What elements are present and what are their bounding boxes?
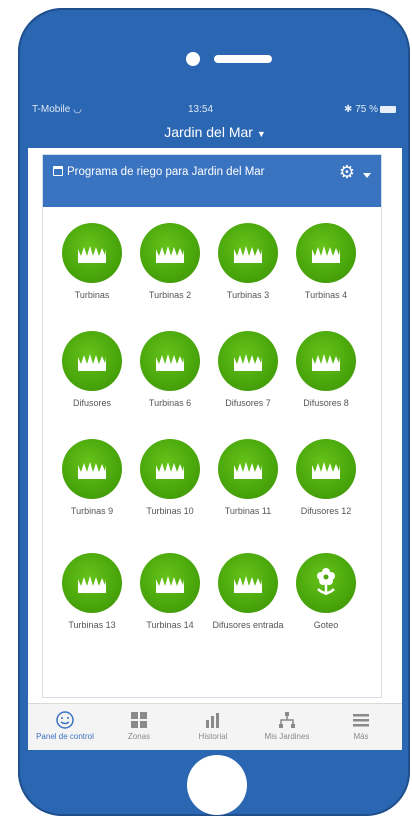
zone-item[interactable]: Turbinas 2 bbox=[131, 223, 209, 302]
tab-label: Más bbox=[353, 732, 369, 741]
grid-icon bbox=[102, 710, 176, 730]
zone-label: Difusores 12 bbox=[300, 506, 352, 516]
zone-item[interactable]: Turbinas 13 bbox=[53, 553, 131, 632]
zone-item[interactable]: Difusores 7 bbox=[209, 331, 287, 410]
tab-label: Historial bbox=[198, 732, 228, 741]
grass-icon bbox=[140, 553, 200, 613]
grass-icon bbox=[218, 553, 278, 613]
status-battery: ✱ 75 % bbox=[344, 104, 396, 115]
grass-icon bbox=[218, 439, 278, 499]
grass-icon bbox=[140, 439, 200, 499]
status-carrier: T-Mobile ◡ bbox=[32, 104, 82, 115]
tab-más[interactable]: Más bbox=[324, 704, 398, 750]
grass-icon bbox=[140, 331, 200, 391]
zone-item[interactable]: Turbinas bbox=[53, 223, 131, 302]
zone-label: Difusores 7 bbox=[225, 398, 271, 408]
calendar-icon bbox=[53, 166, 63, 176]
garden-name: Jardin del Mar bbox=[164, 124, 253, 140]
zone-label: Turbinas 14 bbox=[146, 620, 194, 630]
zone-label: Turbinas 9 bbox=[70, 506, 114, 516]
zone-item[interactable]: Difusores bbox=[53, 331, 131, 410]
zone-item[interactable]: Turbinas 10 bbox=[131, 439, 209, 518]
zone-label: Turbinas 3 bbox=[226, 290, 270, 300]
zone-item[interactable]: Turbinas 9 bbox=[53, 439, 131, 518]
grass-icon bbox=[296, 331, 356, 391]
zone-label: Turbinas bbox=[74, 290, 110, 300]
earpiece-speaker bbox=[214, 55, 272, 63]
gear-icon[interactable]: ⚙ bbox=[339, 163, 355, 181]
panel-header: Programa de riego para Jardin del Mar ⚙ bbox=[43, 155, 381, 207]
grass-icon bbox=[62, 331, 122, 391]
zone-item[interactable]: Difusores 12 bbox=[287, 439, 365, 518]
garden-selector[interactable]: Jardin del Mar ▼ bbox=[28, 124, 402, 140]
zone-label: Difusores bbox=[72, 398, 111, 408]
zone-label: Turbinas 4 bbox=[304, 290, 348, 300]
zone-label: Turbinas 13 bbox=[68, 620, 116, 630]
grass-icon bbox=[296, 439, 356, 499]
home-button[interactable] bbox=[187, 755, 247, 815]
zone-label: Goteo bbox=[313, 620, 339, 630]
tab-zonas[interactable]: Zonas bbox=[102, 704, 176, 750]
dashboard-icon bbox=[28, 710, 102, 730]
zone-label: Difusores 8 bbox=[303, 398, 349, 408]
zone-label: Turbinas 10 bbox=[146, 506, 194, 516]
tab-panel-de-control[interactable]: Panel de control bbox=[28, 704, 102, 750]
zone-item[interactable]: Turbinas 14 bbox=[131, 553, 209, 632]
grass-icon bbox=[296, 223, 356, 283]
bar-chart-icon bbox=[176, 710, 250, 730]
chevron-down-icon[interactable] bbox=[363, 173, 371, 178]
wifi-icon: ◡ bbox=[73, 104, 82, 115]
tab-label: Mis Jardines bbox=[264, 732, 310, 741]
zone-item[interactable]: Turbinas 6 bbox=[131, 331, 209, 410]
irrigation-program-panel: Programa de riego para Jardin del Mar ⚙ … bbox=[42, 154, 382, 698]
tab-label: Panel de control bbox=[36, 732, 94, 741]
panel-title: Programa de riego para Jardin del Mar bbox=[67, 166, 265, 178]
zone-label: Turbinas 11 bbox=[224, 506, 272, 516]
zone-item[interactable]: Turbinas 11 bbox=[209, 439, 287, 518]
tab-label: Zonas bbox=[127, 732, 151, 741]
zone-label: Turbinas 6 bbox=[148, 398, 192, 408]
grass-icon bbox=[218, 331, 278, 391]
flower-icon bbox=[296, 553, 356, 613]
bluetooth-icon: ✱ bbox=[344, 104, 353, 115]
menu-icon bbox=[324, 710, 398, 730]
network-icon bbox=[250, 710, 324, 730]
zone-label: Difusores entrada bbox=[212, 620, 284, 630]
app-screen: T-Mobile ◡ 13:54 ✱ 75 % Jardin del Mar ▼… bbox=[28, 100, 402, 750]
grass-icon bbox=[140, 223, 200, 283]
tab-historial[interactable]: Historial bbox=[176, 704, 250, 750]
top-bar: T-Mobile ◡ 13:54 ✱ 75 % Jardin del Mar ▼ bbox=[28, 100, 402, 148]
zone-item[interactable]: Difusores 8 bbox=[287, 331, 365, 410]
zone-item[interactable]: Goteo bbox=[287, 553, 365, 632]
tab-mis-jardines[interactable]: Mis Jardines bbox=[250, 704, 324, 750]
status-time: 13:54 bbox=[188, 104, 214, 115]
zone-label: Turbinas 2 bbox=[148, 290, 192, 300]
caret-down-icon: ▼ bbox=[256, 129, 266, 139]
main-content: Programa de riego para Jardin del Mar ⚙ … bbox=[28, 148, 402, 703]
grass-icon bbox=[218, 223, 278, 283]
grass-icon bbox=[62, 553, 122, 613]
front-camera bbox=[186, 52, 200, 66]
zone-item[interactable]: Turbinas 3 bbox=[209, 223, 287, 302]
zone-item[interactable]: Difusores entrada bbox=[209, 553, 287, 632]
grass-icon bbox=[62, 439, 122, 499]
grass-icon bbox=[62, 223, 122, 283]
bottom-tab-bar: Panel de control Zonas Historial Mis Jardin… bbox=[28, 703, 402, 750]
zone-item[interactable]: Turbinas 4 bbox=[287, 223, 365, 302]
battery-icon bbox=[380, 105, 396, 113]
